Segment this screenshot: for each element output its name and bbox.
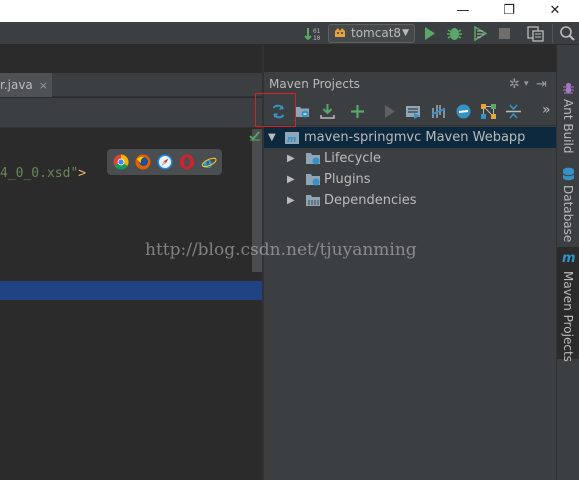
maven-icon: m — [562, 251, 576, 266]
svg-text:m: m — [287, 135, 296, 144]
tree-item-lifecycle[interactable]: ▶ Lifecycle — [264, 148, 556, 169]
tree-item-dependencies[interactable]: ▶ Dependencies — [264, 190, 556, 211]
lifecycle-folder-icon — [306, 153, 320, 165]
stripe-database[interactable]: Database — [557, 163, 579, 243]
ie-icon[interactable]: e — [201, 154, 217, 170]
expand-arrow-icon[interactable]: ▶ — [287, 148, 297, 169]
current-line-highlight — [0, 281, 262, 300]
run-config-label: tomcat8 — [351, 26, 402, 40]
checkmark-icon — [249, 131, 260, 141]
tree-label: Dependencies — [324, 193, 417, 208]
project-structure-icon[interactable] — [527, 25, 544, 42]
chevron-down-icon: ▼ — [402, 28, 409, 38]
hide-panel-icon[interactable]: ⇥ — [536, 72, 547, 97]
stripe-label: Database — [561, 185, 575, 243]
database-icon — [562, 167, 575, 181]
right-tool-stripe: Ant Build Database m Maven Projects — [556, 45, 579, 480]
search-icon[interactable] — [559, 25, 577, 42]
chevron-down-icon[interactable]: ▾ — [524, 72, 529, 97]
run-icon[interactable] — [423, 25, 437, 42]
svg-text:01: 01 — [313, 28, 321, 35]
stop-icon[interactable] — [498, 25, 512, 42]
main-toolbar: 01 10 tomcat8 ▼ — [0, 22, 579, 45]
add-icon[interactable] — [349, 103, 366, 120]
maven-toolbar: » — [264, 97, 556, 126]
maven-projects-panel: Maven Projects ✲ ▾ ⇥ » ▼ m maven-springm… — [264, 72, 556, 480]
debug-icon[interactable] — [446, 25, 463, 42]
tab-java-file[interactable]: r.java × — [0, 73, 53, 97]
toolbar-divider — [552, 24, 553, 43]
svg-text:10: 10 — [313, 35, 321, 42]
download-icon[interactable] — [319, 103, 336, 120]
code-line: 4_0_0.xsd"> — [0, 166, 86, 181]
stripe-maven-projects[interactable]: m Maven Projects — [557, 247, 579, 362]
editor-tab-bar: r.java × — [0, 73, 262, 97]
gear-icon[interactable]: ✲ — [509, 72, 520, 97]
stripe-label: Maven Projects — [561, 271, 575, 362]
run-config-select[interactable]: tomcat8 ▼ — [328, 24, 415, 43]
expand-arrow-icon[interactable]: ▶ — [287, 190, 297, 211]
panel-title: Maven Projects — [269, 77, 360, 91]
tree-label: Lifecycle — [324, 151, 382, 166]
execute-goal-icon[interactable] — [405, 103, 422, 120]
expand-arrow-icon[interactable]: ▼ — [268, 127, 278, 148]
code-tag-end: > — [78, 166, 87, 181]
code-string: 4_0_0.xsd" — [0, 166, 79, 181]
generate-sources-icon[interactable] — [294, 103, 311, 120]
expand-arrow-icon[interactable]: ▶ — [287, 169, 297, 190]
tree-label: maven-springmvc Maven Webapp — [304, 130, 526, 145]
highlight-annotation-box — [255, 93, 296, 127]
stripe-label: Ant Build — [561, 99, 575, 154]
ant-icon — [563, 83, 574, 94]
opera-icon[interactable] — [179, 154, 195, 170]
show-dependencies-icon[interactable] — [480, 103, 497, 120]
tree-label: Plugins — [324, 172, 371, 187]
toggle-offline-icon[interactable] — [430, 103, 447, 120]
maximize-button[interactable]: ❐ — [486, 0, 532, 22]
tree-item-project[interactable]: ▼ m maven-springmvc Maven Webapp — [264, 127, 556, 148]
watermark: http://blog.csdn.net/tjuyanming — [145, 240, 417, 260]
close-window-button[interactable]: ✕ — [532, 0, 578, 22]
open-in-browser-popup: e — [107, 149, 222, 175]
maven-module-icon: m — [285, 132, 299, 144]
build-binary-icon[interactable]: 01 10 — [304, 25, 322, 42]
window-titlebar: — ❐ ✕ — [0, 0, 579, 22]
tomcat-icon — [335, 28, 345, 37]
skip-tests-icon[interactable] — [455, 103, 472, 120]
editor-search-bar — [0, 98, 262, 128]
close-tab-icon[interactable]: × — [39, 79, 48, 92]
dependencies-folder-icon — [306, 195, 320, 206]
safari-icon[interactable] — [157, 154, 173, 170]
collapse-all-icon[interactable] — [505, 103, 522, 120]
more-actions-icon[interactable]: » — [542, 102, 551, 118]
code-editor[interactable]: 4_0_0.xsd"> — [0, 129, 262, 480]
tab-label: r.java — [0, 78, 33, 92]
maven-panel-header: Maven Projects ✲ ▾ ⇥ — [264, 72, 556, 97]
coverage-icon[interactable] — [472, 25, 489, 42]
chrome-icon[interactable] — [113, 154, 129, 170]
run-goal-icon[interactable] — [381, 103, 398, 120]
firefox-icon[interactable] — [135, 154, 151, 170]
tree-item-plugins[interactable]: ▶ Plugins — [264, 169, 556, 190]
minimize-button[interactable]: — — [440, 0, 486, 22]
plugins-folder-icon — [306, 174, 320, 186]
